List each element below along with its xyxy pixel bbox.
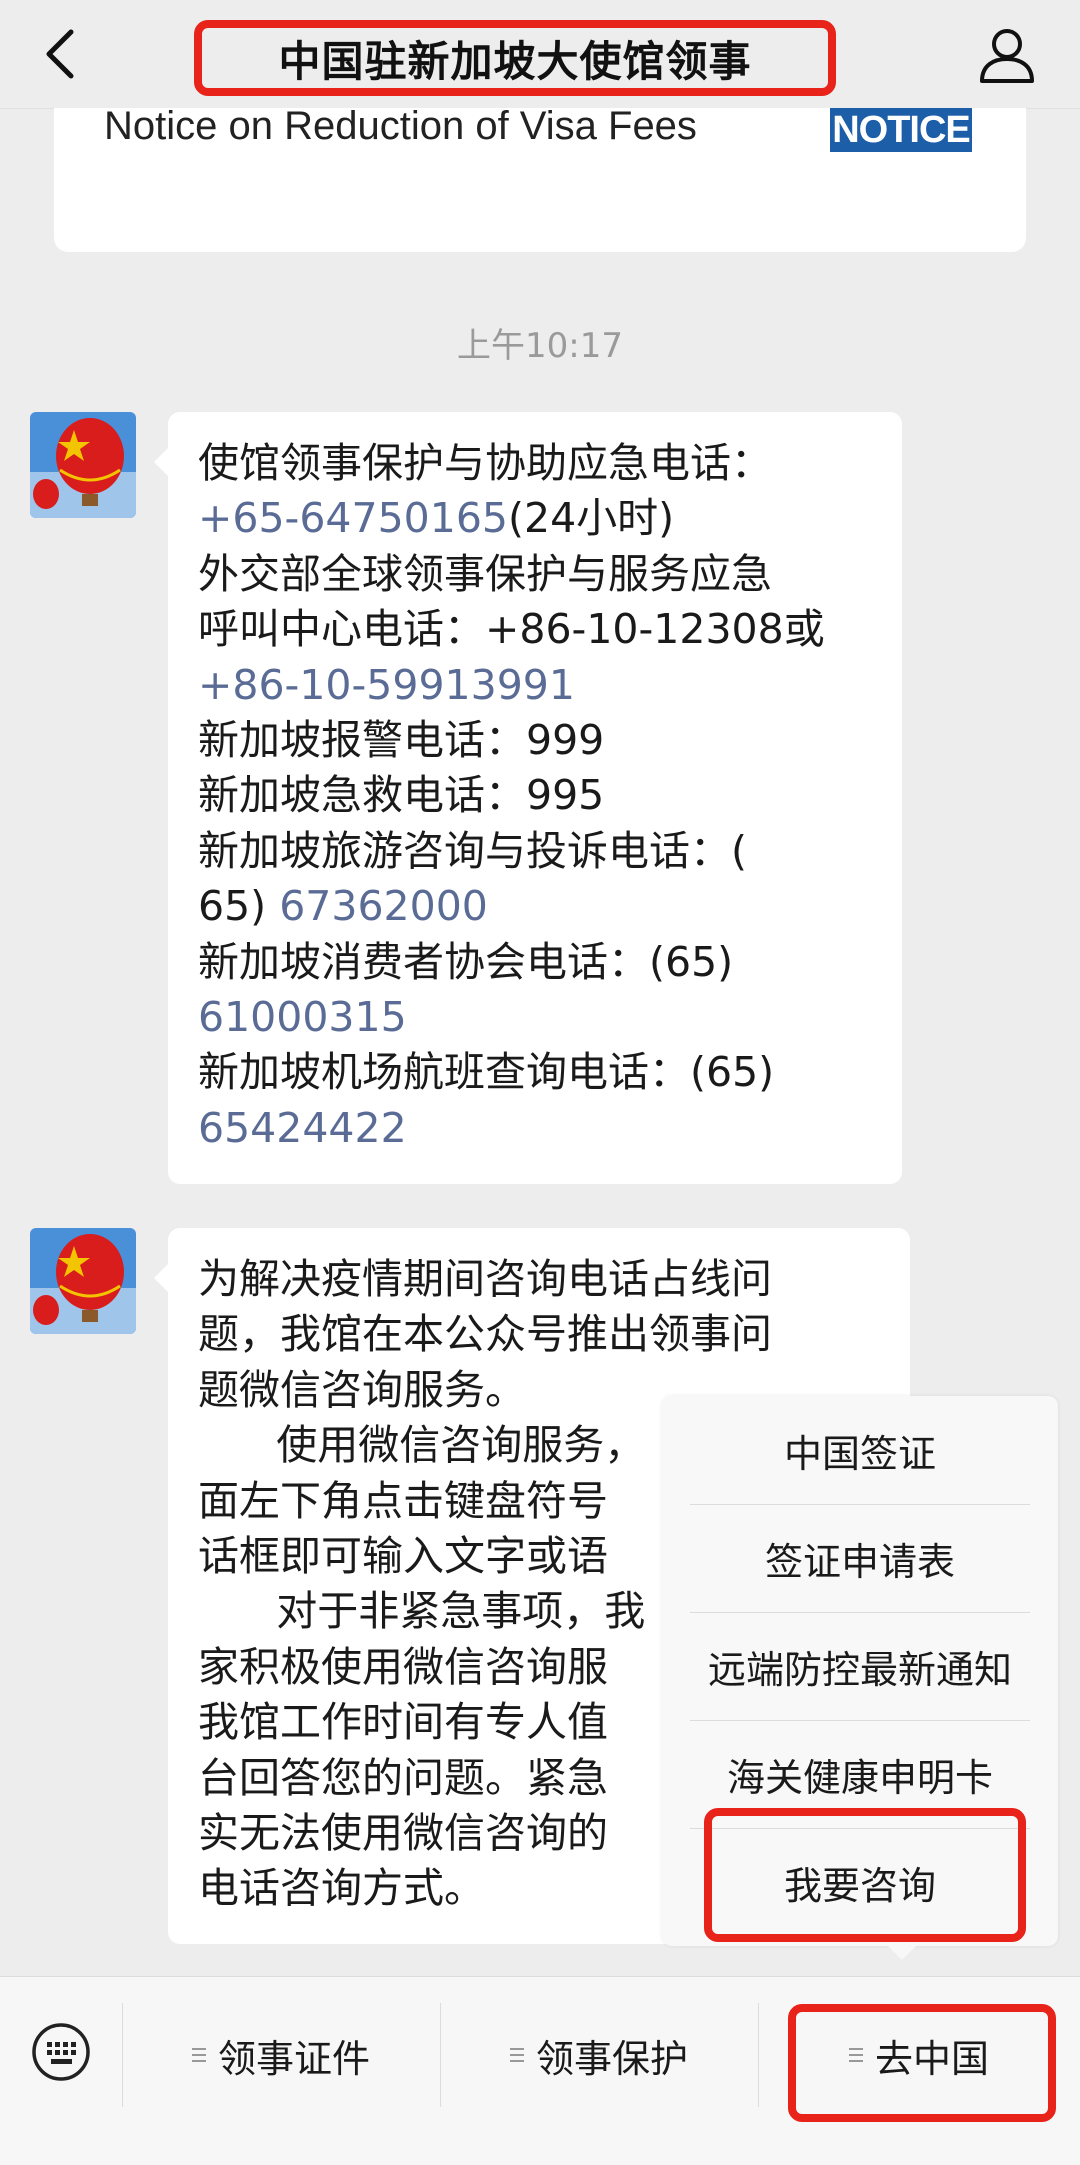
line-text: 新加坡急救电话：995: [198, 771, 605, 820]
line-text: 外交部全球领事保护与服务应急: [198, 549, 772, 598]
phone-link[interactable]: 67362000: [279, 882, 488, 930]
line-text: 呼叫中心电话：+86-10-12308或: [198, 605, 825, 654]
line-text: 新加坡旅游咨询与投诉电话：(: [198, 826, 747, 875]
message-text: 使馆领事保护与协助应急电话： +65-64750165(24小时) 外交部全球领…: [198, 436, 825, 1156]
message-line: +65-64750165(24小时): [198, 491, 825, 546]
tab-label: 领事证件: [217, 2036, 370, 2081]
phone-link[interactable]: 61000315: [198, 993, 407, 1041]
menu-lines-icon: [848, 2048, 863, 2062]
bubble-arrow: [154, 1264, 168, 1292]
balloon-avatar-icon: [30, 1228, 136, 1334]
message-line: 新加坡报警电话：999: [198, 713, 825, 768]
menu-item-prevention-notice[interactable]: 远端防控最新通知: [690, 1612, 1030, 1720]
menu-lines-icon: [509, 2048, 524, 2062]
message-line: 新加坡急救电话：995: [198, 768, 825, 823]
sender-avatar[interactable]: [30, 1228, 136, 1334]
page-title: 中国驻新加坡大使馆领事: [278, 36, 752, 86]
tab-label: 领事保护: [535, 2036, 688, 2081]
notice-badge: NOTICE: [830, 108, 972, 152]
line-text: 新加坡报警电话：999: [198, 716, 605, 765]
tab-go-to-china[interactable]: 去中国: [758, 2003, 1080, 2107]
keyboard-button[interactable]: [28, 2019, 94, 2085]
tab-label: 去中国: [874, 2036, 989, 2081]
menu-item-china-visa[interactable]: 中国签证: [690, 1396, 1030, 1504]
message-line: 65424422: [198, 1101, 825, 1156]
menu-lines-icon: [191, 2048, 206, 2062]
line-text: (24小时): [508, 494, 675, 543]
profile-button[interactable]: [972, 20, 1042, 90]
article-title: Notice on Reduction of Visa Fees: [104, 104, 697, 148]
back-button[interactable]: [30, 22, 90, 86]
nav-header: 中国驻新加坡大使馆领事: [0, 0, 1080, 109]
chevron-left-icon: [46, 29, 74, 79]
message-line: 使馆领事保护与协助应急电话：: [198, 436, 825, 491]
message-line: 题，我馆在本公众号推出领事问: [198, 1310, 772, 1359]
menu-item-consult[interactable]: 我要咨询: [690, 1828, 1030, 1936]
line-text: 新加坡机场航班查询电话：(65): [198, 1048, 775, 1097]
bottom-menu-bar: 领事证件 领事保护 去中国: [0, 1976, 1080, 2165]
line-text: 使馆领事保护与协助应急电话：: [198, 439, 772, 487]
balloon-avatar-icon: [30, 412, 136, 518]
submenu-pointer: [888, 1946, 916, 1960]
message-line: 新加坡消费者协会电话：(65): [198, 935, 825, 990]
sender-avatar[interactable]: [30, 412, 136, 518]
phone-link[interactable]: +65-64750165: [198, 494, 508, 542]
tab-consular-protection[interactable]: 领事保护: [440, 2003, 758, 2107]
keyboard-icon: [32, 2023, 90, 2081]
message-timestamp: 上午10:17: [457, 326, 623, 366]
message-line: +86-10-59913991: [198, 658, 825, 713]
title-highlight-box: 中国驻新加坡大使馆领事: [194, 20, 836, 96]
message-line: 65) 67362000: [198, 879, 825, 934]
line-text: 65): [198, 882, 280, 931]
message-line: 新加坡旅游咨询与投诉电话：(: [198, 824, 825, 879]
article-card[interactable]: Notice on Reduction of Visa Fees NOTICE: [54, 104, 1026, 252]
menu-item-visa-form[interactable]: 签证申请表: [690, 1504, 1030, 1612]
bubble-arrow: [154, 448, 168, 476]
menu-item-health-declaration[interactable]: 海关健康申明卡: [690, 1720, 1030, 1828]
message-line: 新加坡机场航班查询电话：(65): [198, 1045, 825, 1100]
tab-consular-documents[interactable]: 领事证件: [122, 2003, 440, 2107]
person-icon: [980, 29, 1034, 83]
message-bubble: 使馆领事保护与协助应急电话： +65-64750165(24小时) 外交部全球领…: [154, 412, 902, 1184]
message-line: 为解决疫情期间咨询电话占线问: [198, 1255, 772, 1303]
line-text: 新加坡消费者协会电话：(65): [198, 937, 734, 986]
message-line: 呼叫中心电话：+86-10-12308或: [198, 602, 825, 657]
message-line: 外交部全球领事保护与服务应急: [198, 547, 825, 602]
message-line: 61000315: [198, 990, 825, 1045]
phone-link[interactable]: 65424422: [198, 1104, 407, 1152]
submenu-popup: 中国签证 签证申请表 远端防控最新通知 海关健康申明卡 我要咨询: [662, 1396, 1058, 1946]
phone-link[interactable]: +86-10-59913991: [198, 661, 575, 709]
